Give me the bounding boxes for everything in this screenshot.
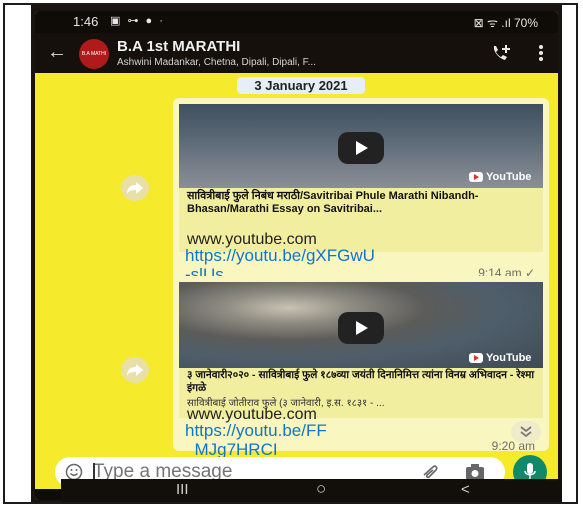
status-bar: 1:46 ▣ ⊶ ● · ⊠ ᯤ .ıl 70% [35,11,558,33]
forward-icon[interactable] [121,357,149,383]
forward-icon[interactable] [121,175,149,201]
double-chevron-down-icon [520,426,532,438]
battery-signal-status: ⊠ ᯤ .ıl 70% [473,16,538,30]
home-button[interactable]: ○ [316,479,326,499]
group-avatar[interactable]: B.A MATHI [79,39,109,69]
recents-button[interactable]: III [176,481,189,498]
youtube-badge: YouTube [469,352,531,364]
video-thumbnail[interactable]: YouTube [179,282,543,368]
phone-screen: 1:46 ▣ ⊶ ● · ⊠ ᯤ .ıl 70% ← B.A MATHI B.A… [35,11,558,500]
back-button[interactable]: < [461,481,470,498]
video-thumbnail[interactable]: YouTube [179,104,543,188]
link-preview[interactable]: ३ जानेवारी२०२० - सावित्रीबाई फुले १८७व्य… [179,368,543,423]
youtube-logo-icon [469,172,483,183]
chat-title[interactable]: B.A 1st MARATHI [117,38,240,55]
play-icon[interactable] [338,132,384,164]
date-divider: 3 January 2021 [237,77,365,94]
message-bubble-2[interactable]: YouTube ३ जानेवारी२०२० - सावित्रीबाई फुल… [173,276,549,459]
status-time: 1:46 [73,14,99,29]
chat-participants[interactable]: Ashwini Madankar, Chetna, Dipali, Dipali… [117,57,316,68]
message-link[interactable]: https://youtu.be/FF _MJg7HRCI [185,421,327,459]
chat-header: ← B.A MATHI B.A 1st MARATHI Ashwini Mada… [35,33,558,73]
link-preview[interactable]: सावित्रीबाई फुले निबंध मराठी/Savitribai … [179,188,543,252]
phone-body: 1:46 ▣ ⊶ ● · ⊠ ᯤ .ıl 70% ← B.A MATHI B.A… [31,5,562,502]
notification-icons: ▣ ⊶ ● · [110,15,165,27]
preview-title: ३ जानेवारी२०२० - सावित्रीबाई फुले १८७व्य… [187,369,535,394]
attach-icon[interactable] [421,464,441,480]
add-call-icon[interactable] [490,43,512,63]
back-arrow-icon[interactable]: ← [47,41,67,64]
message-bubble-1[interactable]: YouTube सावित्रीबाई फुले निबंध मराठी/Sav… [173,98,549,284]
youtube-badge: YouTube [469,171,531,183]
play-icon[interactable] [338,312,384,344]
youtube-logo-icon [469,353,483,364]
screenshot-frame: 1:46 ▣ ⊶ ● · ⊠ ᯤ .ıl 70% ← B.A MATHI B.A… [3,3,578,504]
system-nav-bar: III ○ < [61,479,562,502]
preview-title: सावित्रीबाई फुले निबंध मराठी/Savitribai … [187,190,479,215]
scroll-to-bottom-button[interactable] [511,421,541,443]
more-options-icon[interactable] [538,43,544,63]
